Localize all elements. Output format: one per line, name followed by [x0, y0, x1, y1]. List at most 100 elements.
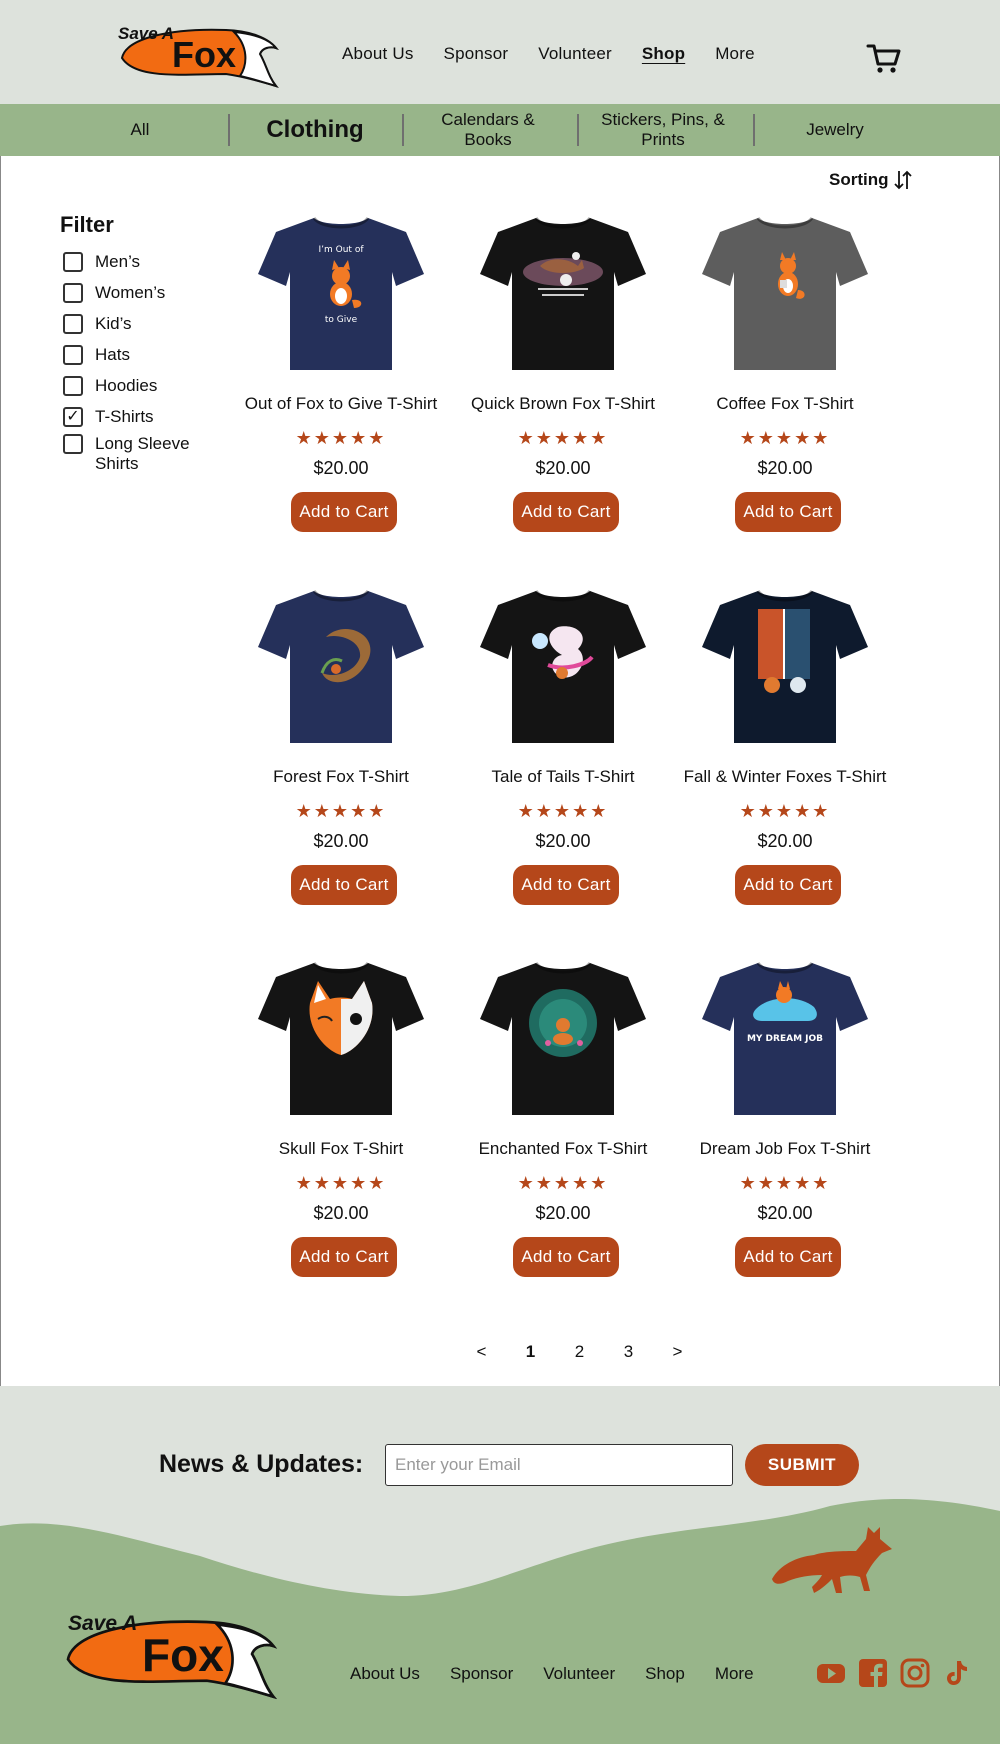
product-name[interactable]: Tale of Tails T-Shirt — [461, 757, 665, 797]
nav-sponsor[interactable]: Sponsor — [444, 44, 509, 64]
star-rating: ★★★★★ — [295, 428, 387, 448]
tshirt-image[interactable] — [700, 214, 870, 374]
product-name[interactable]: Enchanted Fox T-Shirt — [461, 1129, 665, 1169]
tshirt-image[interactable] — [478, 587, 648, 747]
footer-nav-sponsor[interactable]: Sponsor — [450, 1664, 513, 1684]
tshirt-image[interactable] — [256, 959, 426, 1119]
tshirt-image[interactable]: I’m Out of to Give — [256, 214, 426, 374]
add-to-cart-button[interactable]: Add to Cart — [291, 492, 397, 532]
filter-option[interactable]: Women’s — [63, 283, 205, 303]
tshirt-image[interactable] — [700, 587, 870, 747]
footer-logo[interactable]: Save A Fox — [60, 1612, 280, 1702]
nav-about-us[interactable]: About Us — [342, 44, 414, 64]
product-price: $20.00 — [313, 458, 369, 478]
filter-option[interactable]: Long Sleeve Shirts — [63, 434, 205, 474]
checkbox[interactable] — [63, 345, 83, 365]
checkbox-checked[interactable]: ✓ — [63, 407, 83, 427]
tiktok-icon[interactable] — [942, 1658, 972, 1688]
product-price: $20.00 — [313, 831, 369, 851]
add-to-cart-button[interactable]: Add to Cart — [291, 865, 397, 905]
pagination-page-2[interactable]: 2 — [555, 1342, 604, 1362]
newsletter-submit-button[interactable]: SUBMIT — [745, 1444, 859, 1486]
product-name[interactable]: Fall & Winter Foxes T-Shirt — [683, 757, 887, 797]
nav-volunteer[interactable]: Volunteer — [538, 44, 612, 64]
filter-option[interactable]: Kid’s — [63, 314, 205, 334]
category-clothing[interactable]: Clothing — [230, 104, 400, 156]
star-rating: ★★★★★ — [739, 801, 831, 821]
filter-option-label: T-Shirts — [95, 407, 154, 426]
product-price: $20.00 — [757, 1203, 813, 1223]
footer-nav-about-us[interactable]: About Us — [350, 1664, 420, 1684]
footer-nav-volunteer[interactable]: Volunteer — [543, 1664, 615, 1684]
tshirt-image[interactable]: MY DREAM JOB — [700, 959, 870, 1119]
sort-arrows-icon — [893, 170, 912, 190]
footer-nav-more[interactable]: More — [715, 1664, 754, 1684]
category-divider — [402, 114, 404, 146]
pagination-page-1[interactable]: 1 — [506, 1342, 555, 1362]
filter-title: Filter — [60, 212, 114, 237]
instagram-icon[interactable] — [900, 1658, 930, 1688]
product-name[interactable]: Coffee Fox T-Shirt — [683, 384, 887, 424]
footer-nav-shop[interactable]: Shop — [645, 1664, 685, 1684]
star-rating: ★★★★★ — [517, 1173, 609, 1193]
star-rating: ★★★★★ — [517, 428, 609, 448]
checkbox[interactable] — [63, 314, 83, 334]
product-name[interactable]: Forest Fox T-Shirt — [239, 757, 443, 797]
product-price: $20.00 — [757, 458, 813, 478]
pagination-prev[interactable]: < — [457, 1342, 506, 1362]
cart-icon[interactable] — [866, 42, 902, 74]
category-jewelry[interactable]: Jewelry — [760, 104, 910, 156]
youtube-icon[interactable] — [816, 1658, 846, 1688]
nav-shop[interactable]: Shop — [642, 44, 685, 64]
tshirt-image[interactable] — [256, 587, 426, 747]
logo-text-main: Fox — [172, 34, 237, 75]
top-nav: About Us Sponsor Volunteer Shop More — [342, 44, 785, 64]
newsletter-email-input[interactable] — [385, 1444, 733, 1486]
footer-nav: About Us Sponsor Volunteer Shop More — [350, 1664, 784, 1684]
product-price: $20.00 — [757, 831, 813, 851]
sorting-button[interactable]: Sorting — [829, 169, 913, 191]
footer-logo-text-main: Fox — [142, 1629, 224, 1681]
product-price: $20.00 — [313, 1203, 369, 1223]
add-to-cart-button[interactable]: Add to Cart — [513, 865, 619, 905]
nav-more[interactable]: More — [715, 44, 755, 64]
add-to-cart-button[interactable]: Add to Cart — [735, 865, 841, 905]
tshirt-image[interactable] — [478, 959, 648, 1119]
product-name[interactable]: Out of Fox to Give T-Shirt — [239, 384, 443, 424]
product-name[interactable]: Dream Job Fox T-Shirt — [683, 1129, 887, 1169]
filter-option[interactable]: Men’s — [63, 252, 205, 272]
checkbox[interactable] — [63, 252, 83, 272]
checkbox[interactable] — [63, 434, 83, 454]
logo[interactable]: Save A Fox — [116, 24, 281, 90]
tshirt-image[interactable] — [478, 214, 648, 374]
filter-option[interactable]: Hats — [63, 345, 205, 365]
filter-option[interactable]: ✓ T-Shirts — [63, 407, 205, 427]
add-to-cart-button[interactable]: Add to Cart — [513, 1237, 619, 1277]
newsletter-title: News & Updates: — [159, 1450, 364, 1478]
site-header: Save A Fox About Us Sponsor Volunteer Sh… — [0, 0, 1000, 104]
pagination-next[interactable]: > — [653, 1342, 702, 1362]
shirt-print-text: to Give — [325, 315, 358, 325]
logo-text-top: Save A — [118, 24, 175, 43]
social-links — [816, 1658, 972, 1688]
add-to-cart-button[interactable]: Add to Cart — [513, 492, 619, 532]
product-price: $20.00 — [535, 458, 591, 478]
add-to-cart-button[interactable]: Add to Cart — [735, 1237, 841, 1277]
checkbox[interactable] — [63, 376, 83, 396]
category-calendars-books[interactable]: Calendars & Books — [418, 104, 558, 156]
checkbox[interactable] — [63, 283, 83, 303]
facebook-icon[interactable] — [858, 1658, 888, 1688]
product-name[interactable]: Quick Brown Fox T-Shirt — [461, 384, 665, 424]
category-stickers-pins-prints[interactable]: Stickers, Pins, & Prints — [583, 104, 743, 156]
filter-option[interactable]: Hoodies — [63, 376, 205, 396]
star-rating: ★★★★★ — [295, 1173, 387, 1193]
category-all[interactable]: All — [55, 104, 225, 156]
filter-option-label: Men’s — [95, 252, 141, 271]
add-to-cart-button[interactable]: Add to Cart — [735, 492, 841, 532]
pagination-page-3[interactable]: 3 — [604, 1342, 653, 1362]
add-to-cart-button[interactable]: Add to Cart — [291, 1237, 397, 1277]
product-name[interactable]: Skull Fox T-Shirt — [239, 1129, 443, 1169]
shop-main: Sorting Filter Men’s Women’s Kid’s Hats Hood… — [0, 156, 1000, 1386]
filter-option-label: Hats — [95, 345, 130, 364]
category-bar: All Clothing Calendars & Books Stickers,… — [0, 104, 1000, 156]
